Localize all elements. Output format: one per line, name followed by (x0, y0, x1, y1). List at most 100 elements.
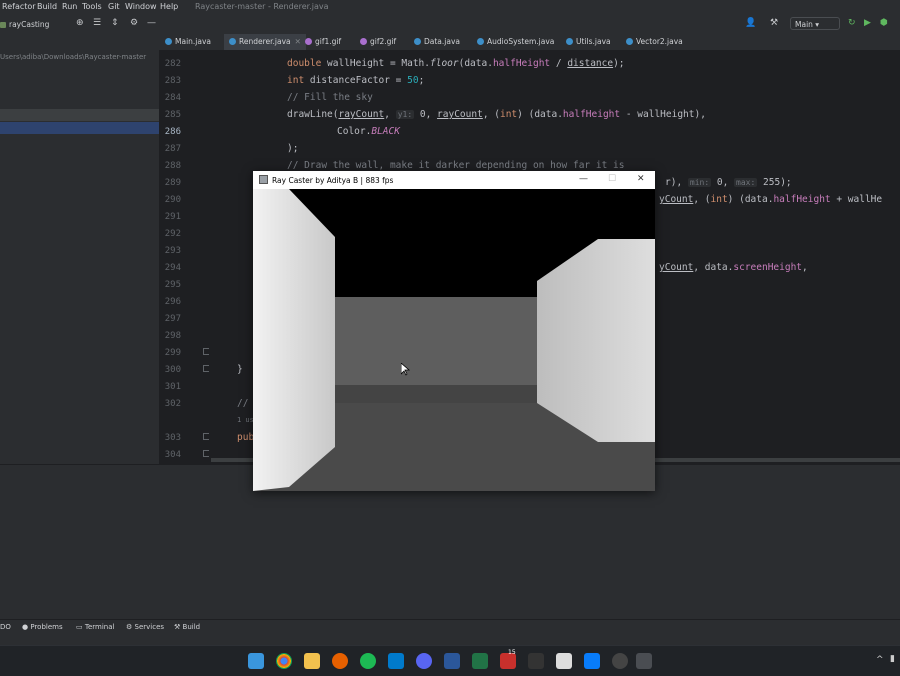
code-line-289: r), min: 0, max: 255); (665, 177, 792, 188)
minimize-button[interactable]: — (579, 174, 588, 184)
maximize-button[interactable]: ☐ (608, 174, 616, 184)
terminal-app-icon[interactable] (528, 653, 544, 669)
word-icon[interactable] (444, 653, 460, 669)
status-bar (0, 633, 900, 645)
tool-services[interactable]: ⚙ Services (126, 623, 164, 631)
breadcrumb[interactable]: rayCasting (0, 20, 49, 29)
code-line-290: yCount, (int) (data.halfHeight + wallHe (659, 194, 883, 205)
close-button[interactable]: ✕ (637, 174, 645, 184)
tool-terminal[interactable]: ▭ Terminal (76, 623, 114, 631)
line-number: 298 (164, 331, 181, 341)
code-line-283: int distanceFactor = 50; (287, 75, 425, 86)
java-file-icon (566, 38, 573, 45)
line-number-current: 286 (164, 127, 181, 137)
java-file-icon (414, 38, 421, 45)
raycast-viewport[interactable] (253, 189, 655, 491)
line-number: 300 (164, 365, 181, 375)
menu-tools[interactable]: Tools (82, 2, 102, 11)
java-window-icon (259, 175, 268, 184)
tab-label: Vector2.java (636, 37, 683, 46)
discord-icon[interactable] (416, 653, 432, 669)
run-config-select[interactable]: Main ▾ (790, 17, 840, 30)
menu-help[interactable]: Help (160, 2, 178, 11)
tree-row-selected[interactable] (0, 122, 159, 134)
right-wall (537, 239, 655, 442)
code-line-285: drawLine(rayCount, y1: 0, rayCount, (int… (287, 109, 706, 120)
tab-gif2[interactable]: gif2.gif (360, 34, 396, 50)
notification-badge: 15 (508, 649, 516, 656)
java-file-icon (477, 38, 484, 45)
refresh-icon[interactable]: ↻ (848, 18, 856, 28)
expand-all-icon[interactable]: ☰ (93, 18, 101, 28)
menu-git[interactable]: Git (108, 2, 120, 11)
chrome-icon[interactable] (276, 653, 292, 669)
java-file-icon (626, 38, 633, 45)
line-number: 288 (164, 161, 181, 171)
code-line-303: pub (237, 432, 255, 443)
line-number: 283 (164, 76, 181, 86)
start-icon[interactable] (248, 653, 264, 669)
minimize-panel-icon[interactable]: — (147, 18, 156, 28)
code-line-302: // (237, 398, 249, 409)
excel-icon[interactable] (472, 653, 488, 669)
tab-data-java[interactable]: Data.java (414, 34, 460, 50)
chevron-up-icon[interactable]: ^ (876, 655, 884, 665)
tool-build[interactable]: ⚒ Build (174, 623, 200, 631)
tool-label: Services (134, 623, 165, 631)
user-icon[interactable]: 👤 (745, 18, 756, 28)
spotify-icon[interactable] (360, 653, 376, 669)
image-file-icon (360, 38, 367, 45)
terminal-icon: ▭ (76, 623, 83, 631)
tab-main-java[interactable]: Main.java (165, 34, 211, 50)
collapse-all-icon[interactable]: ⇕ (111, 18, 119, 28)
code-line-294: yCount, data.screenHeight, (659, 262, 808, 273)
back-floor-shadow (335, 385, 537, 403)
code-line-300: } (237, 364, 243, 375)
tree-row[interactable] (0, 109, 159, 121)
usages-hint[interactable]: 1 us (237, 416, 254, 424)
line-number: 302 (164, 399, 181, 409)
tool-todo[interactable]: DO (0, 623, 11, 631)
raycaster-titlebar[interactable]: Ray Caster by Aditya B | 883 fps — ☐ ✕ (253, 171, 655, 189)
tab-vector2-java[interactable]: Vector2.java (626, 34, 683, 50)
line-number: 303 (164, 433, 181, 443)
obs-icon[interactable] (612, 653, 628, 669)
line-number: 290 (164, 195, 181, 205)
raycaster-window[interactable]: Ray Caster by Aditya B | 883 fps — ☐ ✕ (253, 171, 655, 491)
line-number: 291 (164, 212, 181, 222)
vscode-icon[interactable] (388, 653, 404, 669)
line-number-gutter: 282 283 284 285 286 287 288 289 290 291 … (159, 50, 210, 464)
network-icon[interactable]: ▮ (890, 654, 895, 664)
tab-label: Data.java (424, 37, 461, 46)
close-icon[interactable]: ✕ (295, 37, 301, 46)
line-number: 301 (164, 382, 181, 392)
tab-utils-java[interactable]: Utils.java (566, 34, 611, 50)
intellij-icon[interactable] (584, 653, 600, 669)
menu-run[interactable]: Run (62, 2, 77, 11)
gear-icon[interactable]: ⚙ (130, 18, 138, 28)
menu-refactor[interactable]: Refactor (2, 2, 36, 11)
github-icon[interactable] (556, 653, 572, 669)
menu-build[interactable]: Build (37, 2, 57, 11)
debug-icon[interactable]: ⬢ (880, 18, 888, 28)
mouse-cursor-icon (401, 363, 410, 376)
hammer-icon[interactable]: ⚒ (770, 18, 778, 28)
app-icon[interactable]: 15 (500, 649, 516, 669)
java-file-icon (165, 38, 172, 45)
line-number: 296 (164, 297, 181, 307)
line-number: 297 (164, 314, 181, 324)
tool-problems[interactable]: ● Problems (22, 623, 63, 631)
line-number: 282 (164, 59, 181, 69)
tab-audiosystem-java[interactable]: AudioSystem.java (477, 34, 554, 50)
problems-icon: ● (22, 623, 29, 631)
code-line-287: ); (287, 143, 299, 154)
tab-label: Renderer.java (239, 37, 291, 46)
menu-window[interactable]: Window (125, 2, 157, 11)
java-app-icon[interactable] (636, 653, 652, 669)
run-icon[interactable]: ▶ (864, 18, 871, 28)
file-explorer-icon[interactable] (304, 653, 320, 669)
locate-icon[interactable]: ⊕ (76, 18, 84, 28)
line-number: 299 (164, 348, 181, 358)
firefox-icon[interactable] (332, 653, 348, 669)
tab-gif1[interactable]: gif1.gif (305, 34, 341, 50)
